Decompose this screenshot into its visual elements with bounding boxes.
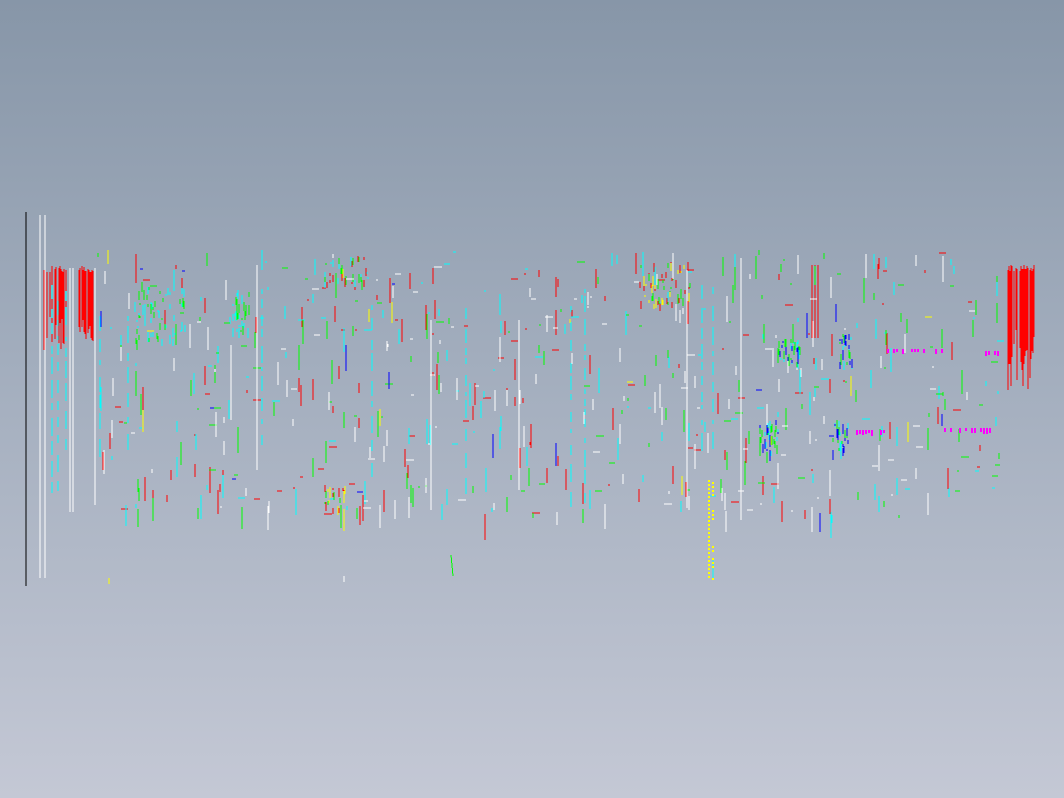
- yellow-dot: [712, 546, 714, 548]
- magenta-mark: [856, 430, 858, 435]
- magenta-mark: [911, 349, 913, 352]
- yellow-dot: [712, 514, 714, 516]
- yellow-dot: [708, 544, 710, 546]
- magenta-mark: [997, 351, 999, 356]
- green-fragment: [450, 554, 454, 577]
- yellow-dot: [708, 552, 710, 554]
- yellow-dot: [708, 484, 710, 486]
- yellow-dot: [708, 508, 710, 510]
- magenta-mark: [971, 428, 973, 433]
- yellow-dot: [708, 512, 710, 514]
- magenta-mark: [880, 430, 882, 435]
- magenta-mark: [902, 349, 904, 354]
- yellow-dot: [712, 566, 714, 568]
- yellow-dot: [708, 520, 710, 522]
- magenta-mark: [994, 351, 996, 355]
- magenta-mark: [965, 428, 967, 431]
- magenta-mark: [986, 428, 988, 434]
- magenta-mark: [914, 349, 916, 352]
- magenta-mark: [983, 428, 985, 434]
- magenta-mark: [941, 349, 943, 353]
- magenta-mark: [935, 349, 937, 354]
- magenta-mark: [896, 349, 898, 352]
- magenta-mark: [859, 430, 861, 434]
- yellow-dot: [708, 564, 710, 566]
- yellow-dot: [712, 558, 714, 560]
- magenta-mark: [865, 430, 867, 434]
- white-layer: [39, 215, 975, 584]
- green-layer: [97, 250, 1000, 577]
- yellow-dot: [708, 572, 710, 574]
- yellow-dot: [708, 576, 710, 578]
- magenta-mark: [887, 349, 889, 353]
- yellow-dot: [708, 568, 710, 570]
- magenta-mark: [974, 428, 976, 433]
- yellow-dot: [708, 504, 710, 506]
- magenta-mark: [944, 428, 946, 432]
- magenta-mark: [989, 428, 991, 433]
- magenta-mark: [985, 351, 987, 356]
- yellow-dot: [708, 488, 710, 490]
- magenta-mark: [862, 430, 864, 435]
- yellow-dot: [708, 532, 710, 534]
- magenta-layer: [856, 349, 999, 436]
- cad-viewport[interactable]: [0, 0, 1064, 798]
- magenta-mark: [959, 428, 961, 433]
- yellow-dot: [708, 500, 710, 502]
- yellow-dot: [708, 524, 710, 526]
- yellow-dot: [708, 496, 710, 498]
- magenta-mark: [917, 349, 919, 352]
- yellow-dot: [712, 562, 714, 564]
- yellow-dot: [708, 540, 710, 542]
- cad-drawing-canvas: [25, 212, 1035, 586]
- yellow-dot: [712, 494, 714, 496]
- yellow-dot: [708, 516, 710, 518]
- yellow-dot: [712, 486, 714, 488]
- magenta-mark: [988, 351, 990, 355]
- magenta-mark: [950, 428, 952, 432]
- magenta-mark: [923, 349, 925, 353]
- magenta-mark: [871, 430, 873, 436]
- yellow-dot: [712, 578, 714, 580]
- cyan-layer: [51, 250, 1004, 580]
- yellow-dot: [712, 490, 714, 492]
- yellow-dot: [712, 482, 714, 484]
- yellow-dot: [712, 550, 714, 552]
- yellow-dot: [708, 560, 710, 562]
- yellow-layer: [107, 250, 932, 580]
- yellow-dot: [708, 528, 710, 530]
- magenta-mark: [883, 430, 885, 433]
- yellow-dot: [712, 518, 714, 520]
- yellow-dot: [712, 510, 714, 512]
- yellow-dot: [708, 556, 710, 558]
- magenta-mark: [893, 349, 895, 353]
- yellow-dot: [708, 480, 710, 482]
- blue-layer: [100, 268, 943, 532]
- red-layer: [43, 252, 1035, 540]
- yellow-dot: [708, 548, 710, 550]
- yellow-dot: [708, 492, 710, 494]
- magenta-mark: [980, 428, 982, 432]
- yellow-dot: [708, 536, 710, 538]
- magenta-mark: [868, 430, 870, 433]
